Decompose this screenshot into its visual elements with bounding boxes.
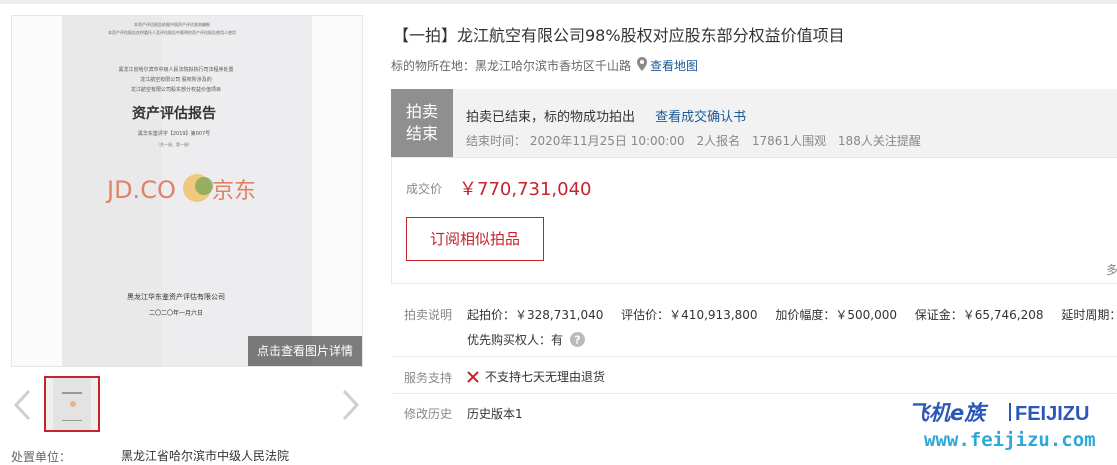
view-photo-details-button[interactable]: 点击查看图片详情 (248, 336, 362, 366)
top-bar (0, 0, 1117, 4)
appraisal-report-photo: 本资产评估报告依据中国资产评估准则编制 本资产评估报告仅供委托人及评估报告中载明… (12, 16, 362, 366)
location-value: 黑龙江哈尔滨市香坊区千山路 (475, 59, 632, 73)
badge-line-2: 结束 (405, 124, 438, 143)
view-map-link[interactable]: 查看地图 (650, 57, 698, 74)
watermark-url: www.feijizu.com (924, 429, 1096, 451)
priority-buyer-row: 优先购买权人：有 ? (467, 331, 585, 350)
auction-params-row: 起拍价：￥328,731,040 评估价：￥410,913,800 加价幅度：￥… (467, 306, 1117, 323)
gallery-thumbnail[interactable] (44, 376, 100, 432)
watermark-brand-cn: 飞机e族 (908, 401, 989, 425)
service-label: 服务支持 (404, 371, 453, 385)
cross-icon (467, 370, 479, 383)
status-meta-row: 结束时间： 2020年11月25日 10:00:00 2人报名 17861人围观… (466, 132, 929, 149)
history-version-link[interactable]: 历史版本1 (467, 405, 523, 422)
end-time: 结束时间： 2020年11月25日 10:00:00 (466, 134, 685, 148)
appraisal-price: 评估价：￥410,913,800 (621, 308, 758, 322)
report-number-text: 黑华东鉴评字【2019】第007号 (138, 130, 210, 137)
divider (391, 356, 1117, 357)
gallery-prev-arrow[interactable] (11, 389, 33, 421)
badge-line-1: 拍卖 (405, 102, 438, 121)
location-row: 标的物所在地： 黑龙江哈尔滨市香坊区千山路 查看地图 (391, 57, 698, 74)
divider (391, 393, 1117, 394)
deposit-amount: 保证金：￥65,746,208 (914, 308, 1044, 322)
view-confirmation-link[interactable]: 查看成交确认书 (655, 110, 746, 125)
auction-ended-badge: 拍卖 结束 (391, 89, 453, 157)
jd-logo-cn: 京东 (212, 179, 256, 204)
auction-status-panel: 拍卖 结束 拍卖已结束，标的物成功拍出 查看成交确认书 结束时间： 2020年1… (391, 89, 1117, 157)
disposal-unit-value: 黑龙江省哈尔滨市中级人民法院 (121, 449, 290, 463)
main-photo-frame[interactable]: 本资产评估报告依据中国资产评估准则编制 本资产评估报告仅供委托人及评估报告中载明… (11, 15, 363, 367)
report-date-text: 二〇二〇年一月六日 (149, 309, 203, 317)
start-price: 起拍价：￥328,731,040 (467, 308, 604, 322)
priority-buyer: 优先购买权人：有 (467, 333, 564, 347)
history-label: 修改历史 (404, 407, 453, 421)
watcher-count: 17861人围观 (751, 134, 827, 148)
report-issuer-text: 黑龙江华东鉴资产评估有限公司 (127, 292, 225, 301)
report-body-line-2: 龙江航空有限公司 股权所涉及的 (140, 76, 212, 83)
disposal-unit-label: 处置单位： (11, 450, 72, 464)
subscribe-similar-button[interactable]: 订阅相似拍品 (406, 217, 544, 261)
map-pin-icon (637, 57, 648, 74)
location-label: 标的物所在地： (391, 59, 476, 73)
help-icon[interactable]: ? (569, 331, 585, 350)
reminder-count: 188人关注提醒 (837, 134, 921, 148)
report-header-line-2: 本资产评估报告仅供委托人及评估报告中载明的资产评估报告使用人使用 (108, 29, 236, 35)
deal-price-value: ￥770,731,040 (459, 179, 592, 200)
service-row: 不支持七天无理由退货 (467, 368, 605, 385)
watermark-brand-en: FEIJIZU (1015, 403, 1089, 425)
svg-text:?: ? (574, 333, 580, 346)
auction-title: 【一拍】龙江航空有限公司98%股权对应股东部分权益价值项目 (393, 26, 845, 45)
gallery-next-arrow[interactable] (340, 389, 362, 421)
feijizu-watermark-logo: 飞机e族 FEIJIZU www.feijizu.com (908, 401, 1096, 451)
chevron-left-icon (13, 389, 31, 421)
status-message-row: 拍卖已结束，标的物成功拍出 查看成交确认书 (466, 106, 746, 125)
report-body-line-1: 黑龙江省哈尔滨市中级人民法院拟执行司法程序处置 (118, 66, 233, 73)
report-body-line-3: 龙江航空有限公司股东部分权益价值项目 (131, 86, 221, 93)
deal-price-box: 成交价 ￥770,731,040 订阅相似拍品 多 (391, 157, 1117, 284)
bid-increment: 加价幅度：￥500,000 (775, 308, 897, 322)
service-value: 不支持七天无理由退货 (485, 370, 606, 384)
signup-count: 2人报名 (696, 134, 741, 148)
jd-logo-en: JD.CO (105, 176, 176, 204)
edge-cutoff-text: 多 (1105, 263, 1117, 277)
chevron-right-icon (342, 389, 360, 421)
report-volume-text: （共一册，第一册） (156, 141, 192, 147)
extension-period: 延时周期：5分钟/次 (1061, 308, 1117, 322)
report-header-line-1: 本资产评估报告依据中国资产评估准则编制 (134, 21, 210, 27)
auction-info-label: 拍卖说明 (404, 308, 453, 322)
status-message: 拍卖已结束，标的物成功拍出 (466, 110, 636, 125)
report-title-text: 资产评估报告 (132, 105, 216, 122)
deal-price-label: 成交价 (406, 182, 443, 196)
thumbnail-image (46, 378, 98, 430)
